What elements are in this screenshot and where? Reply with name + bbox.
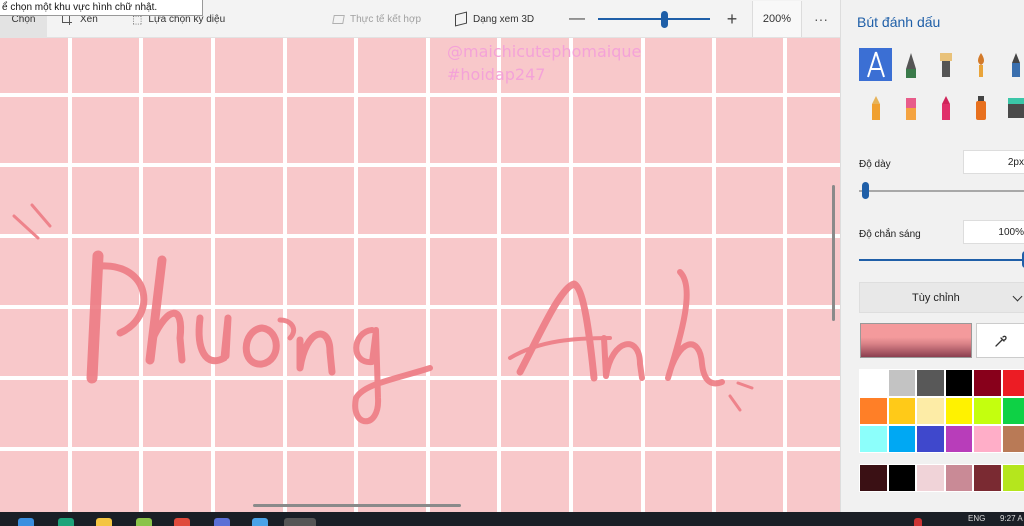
language-indicator[interactable]: ENG (968, 514, 985, 523)
custom-dropdown-label: Tùy chỉnh (912, 292, 960, 304)
brush-spray-can-button[interactable] (964, 91, 997, 124)
color-swatch[interactable] (1001, 397, 1024, 425)
plus-icon: + (726, 8, 738, 29)
view-3d-button[interactable]: Dạng xem 3D (455, 0, 534, 38)
thickness-input[interactable]: 2px (963, 150, 1024, 174)
zoom-slider-thumb[interactable] (661, 11, 668, 28)
spray-can-icon (975, 95, 986, 120)
brush-grid (859, 48, 1024, 126)
eraser-icon (905, 97, 916, 120)
more-options-button[interactable]: ··· (812, 0, 830, 38)
color-swatch[interactable] (1001, 425, 1024, 453)
color-swatch[interactable] (944, 464, 973, 492)
watermark-handle: @maichicutephomaique (447, 42, 642, 61)
windows-icon[interactable] (18, 518, 34, 526)
color-swatch[interactable] (916, 425, 945, 453)
mixed-reality-button[interactable]: Thực tế kết hợp (332, 0, 422, 38)
brush-pixel-pen-button[interactable] (999, 48, 1024, 81)
color-swatch[interactable] (887, 464, 916, 492)
edge-icon[interactable] (58, 518, 74, 526)
paint3d-taskbar-icon[interactable] (284, 518, 316, 526)
brush-crayon-button[interactable] (929, 91, 962, 124)
eyedropper-icon (995, 335, 1007, 347)
crayon-icon (941, 95, 950, 120)
eyedropper-button[interactable] (976, 323, 1024, 358)
color-swatch[interactable] (859, 464, 888, 492)
brush-watercolor-button[interactable] (964, 48, 997, 81)
view-3d-label: Dạng xem 3D (473, 13, 535, 25)
color-swatch[interactable] (887, 369, 916, 397)
mixed-reality-icon (332, 14, 345, 24)
zoom-value: 200% (762, 13, 792, 25)
custom-color-dropdown[interactable]: Tùy chỉnh (859, 282, 1024, 313)
panel-title: Bút đánh dấu (857, 14, 941, 30)
color-swatch[interactable] (973, 464, 1002, 492)
watermark-hashtag: #hoidap247 (447, 65, 546, 84)
chevron-down-icon (1012, 291, 1023, 302)
color-swatch[interactable] (916, 464, 945, 492)
current-color-swatch[interactable] (860, 323, 972, 358)
paint3d-window: Chọn Xén ⬚ Lựa chọn kỳ diệu Thực tế kết … (0, 0, 1024, 526)
color-swatch[interactable] (887, 425, 916, 453)
minus-icon: — (569, 10, 585, 27)
brush-lettering (12, 203, 754, 425)
oil-brush-icon (939, 52, 952, 77)
pencil-icon (871, 95, 880, 120)
brush-calligraphy-pen-button[interactable] (859, 48, 892, 81)
watercolor-icon (977, 52, 984, 77)
brush-fountain-pen-button[interactable] (894, 48, 927, 81)
app-icon-2[interactable] (252, 518, 268, 526)
color-swatch[interactable] (944, 369, 973, 397)
teams-icon[interactable] (214, 518, 230, 526)
zoom-out-button[interactable]: — (569, 0, 585, 38)
vertical-scrollbar[interactable] (832, 185, 835, 321)
brush-panel: Bút đánh dấu Độ dày 2px Độ chắn sáng 100… (840, 0, 1024, 512)
fountain-pen-icon (905, 52, 916, 78)
windows-taskbar: ENG 9:27 A (0, 512, 1024, 526)
color-swatch[interactable] (973, 397, 1002, 425)
color-swatch[interactable] (1001, 464, 1024, 492)
thickness-label: Độ dày (859, 159, 891, 170)
zoom-slider[interactable] (598, 0, 710, 38)
horizontal-scrollbar[interactable] (253, 504, 461, 507)
mixed-reality-label: Thực tế kết hợp (350, 13, 422, 25)
color-swatch[interactable] (859, 369, 888, 397)
color-palette (859, 369, 1024, 453)
thickness-slider-thumb[interactable] (862, 182, 870, 199)
opacity-input[interactable]: 100% (963, 220, 1024, 244)
calligraphy-pen-icon (866, 51, 885, 77)
zoom-slider-track (598, 18, 710, 20)
thickness-slider-track[interactable] (859, 190, 1024, 192)
brush-pencil-button[interactable] (859, 91, 892, 124)
color-swatch[interactable] (916, 369, 945, 397)
brush-eraser-button[interactable] (894, 91, 927, 124)
app-icon[interactable] (136, 518, 152, 526)
color-swatch[interactable] (944, 397, 973, 425)
brush-fill-button[interactable] (999, 91, 1024, 124)
pixel-pen-icon (1011, 52, 1020, 77)
file-explorer-icon[interactable] (96, 518, 112, 526)
fill-icon (1007, 97, 1024, 118)
color-swatch[interactable] (973, 369, 1002, 397)
tooltip: ể chọn một khu vực hình chữ nhật. (0, 0, 203, 16)
color-swatch[interactable] (1001, 369, 1024, 397)
color-swatch[interactable] (944, 425, 973, 453)
chrome-icon[interactable] (174, 518, 190, 526)
drawing-canvas[interactable]: @maichicutephomaique #hoidap247 (0, 38, 840, 512)
notification-icon[interactable] (914, 518, 922, 526)
clock[interactable]: 9:27 A (1000, 514, 1023, 523)
opacity-label: Độ chắn sáng (859, 229, 921, 240)
opacity-slider-track[interactable] (859, 259, 1024, 261)
color-swatch[interactable] (859, 425, 888, 453)
color-swatch[interactable] (859, 397, 888, 425)
zoom-in-button[interactable]: + (724, 0, 740, 38)
brush-oil-brush-button[interactable] (929, 48, 962, 81)
zoom-percentage[interactable]: 200% (752, 1, 802, 37)
color-swatch[interactable] (916, 397, 945, 425)
color-swatch[interactable] (973, 425, 1002, 453)
color-swatch[interactable] (887, 397, 916, 425)
view-3d-icon (455, 11, 467, 27)
custom-color-palette (859, 464, 1024, 492)
ellipsis-icon: ··· (814, 11, 828, 27)
